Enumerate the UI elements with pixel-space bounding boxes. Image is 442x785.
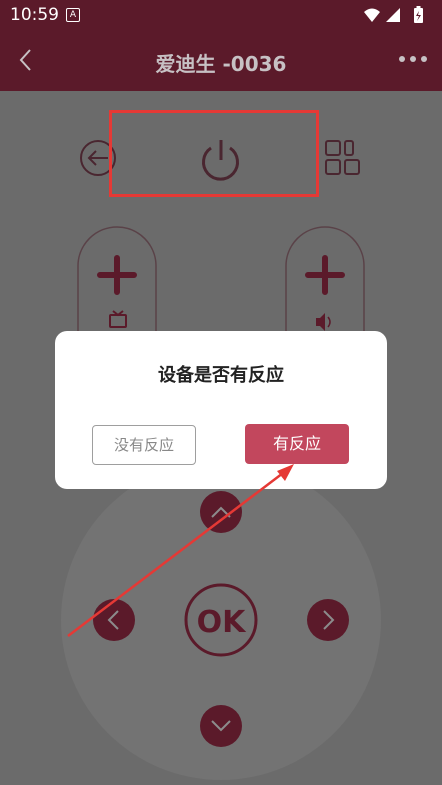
status-bar: 10:59 A bbox=[0, 0, 442, 30]
confirm-dialog: 设备是否有反应 没有反应 有反应 bbox=[55, 331, 387, 489]
app-notification-icon: A bbox=[66, 8, 80, 22]
battery-icon bbox=[414, 6, 423, 23]
nav-bar: 爱迪生 -0036 bbox=[0, 30, 442, 91]
dialog-question: 设备是否有反应 bbox=[158, 365, 284, 386]
speaker-icon bbox=[316, 313, 331, 331]
more-button[interactable] bbox=[398, 52, 428, 66]
channel-up-button[interactable] bbox=[77, 226, 157, 340]
signal-icon bbox=[386, 8, 400, 22]
system-icons bbox=[362, 6, 432, 24]
yes-response-button[interactable]: 有反应 bbox=[245, 424, 349, 464]
dpad-right-button[interactable] bbox=[307, 599, 349, 641]
more-dots-icon bbox=[399, 56, 427, 62]
ok-label: OK bbox=[197, 605, 248, 640]
no-response-button[interactable]: 没有反应 bbox=[92, 425, 196, 465]
status-time: 10:59 bbox=[10, 5, 59, 25]
wifi-icon bbox=[364, 8, 380, 22]
page-title: 爱迪生 -0036 bbox=[155, 52, 287, 76]
highlight-box bbox=[109, 110, 319, 197]
dpad-up-button[interactable] bbox=[200, 491, 242, 533]
volume-up-button[interactable] bbox=[285, 226, 365, 340]
dpad-left-button[interactable] bbox=[93, 599, 135, 641]
apps-grid-icon[interactable] bbox=[325, 140, 360, 175]
tv-icon bbox=[109, 310, 127, 328]
dpad-down-button[interactable] bbox=[200, 705, 242, 747]
